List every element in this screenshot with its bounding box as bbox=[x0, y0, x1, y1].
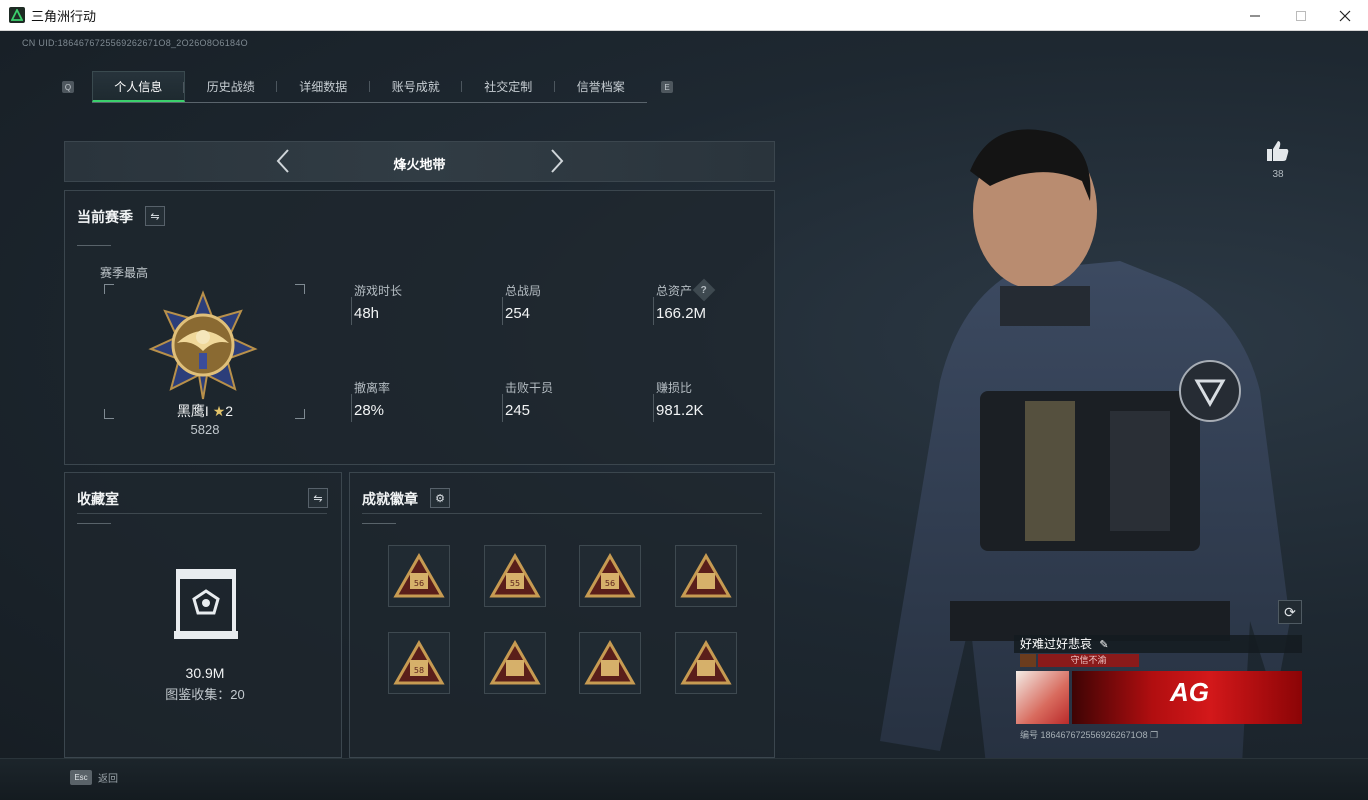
medal-icon: 56 bbox=[584, 553, 636, 598]
medal-icon bbox=[584, 640, 636, 685]
achievement-medal[interactable]: 58 bbox=[388, 632, 450, 694]
tab-personal-info[interactable]: 个人信息 bbox=[92, 71, 185, 102]
app-logo-icon bbox=[9, 7, 25, 23]
achievement-medal[interactable]: 56 bbox=[579, 545, 641, 607]
svg-text:55: 55 bbox=[510, 579, 520, 588]
help-icon[interactable]: ? bbox=[692, 278, 716, 302]
close-button[interactable] bbox=[1322, 0, 1368, 31]
tab-next-key[interactable]: E bbox=[661, 81, 673, 93]
medal-icon bbox=[680, 553, 732, 598]
tab-detailed-data[interactable]: 详细数据 bbox=[277, 71, 370, 102]
gear-icon[interactable]: ⚙ bbox=[430, 488, 450, 508]
player-tag: 守信不渝 bbox=[1038, 654, 1139, 667]
divider bbox=[362, 513, 762, 514]
rank-badge-icon bbox=[148, 290, 258, 400]
achievement-medal[interactable] bbox=[484, 632, 546, 694]
showcase-icon bbox=[174, 569, 238, 639]
maximize-button[interactable] bbox=[1278, 0, 1324, 31]
bottom-bar: Esc 返回 bbox=[0, 758, 1368, 800]
copy-icon[interactable]: ❐ bbox=[1150, 730, 1158, 740]
minimize-button[interactable] bbox=[1232, 0, 1278, 31]
player-id: 编号 1864676725569262671O8 ❐ bbox=[1020, 730, 1159, 740]
mode-selector: 烽火地带 bbox=[64, 141, 775, 182]
esc-key: Esc bbox=[70, 770, 92, 785]
medal-icon bbox=[680, 640, 732, 685]
divider bbox=[77, 245, 111, 246]
player-banner: AG bbox=[1072, 671, 1302, 724]
achievement-medal[interactable]: 56 bbox=[388, 545, 450, 607]
chevron-right-icon[interactable] bbox=[549, 148, 565, 178]
profile-tabs: Q 个人信息 历史战绩 详细数据 账号成就 社交定制 信誉档案 E bbox=[62, 71, 677, 103]
tab-credit[interactable]: 信誉档案 bbox=[555, 71, 648, 102]
refresh-icon[interactable]: ⟳ bbox=[1278, 600, 1302, 624]
stat-total-assets: 总资产? 166.2M bbox=[653, 278, 783, 325]
banner-logo: AG bbox=[1170, 677, 1209, 707]
svg-text:58: 58 bbox=[414, 666, 424, 675]
rank-score: 5828 bbox=[190, 422, 220, 437]
edit-icon[interactable]: ✎ bbox=[1099, 639, 1108, 651]
back-button[interactable]: Esc 返回 bbox=[70, 770, 118, 785]
stat-extraction-rate: 撤离率 28% bbox=[351, 378, 481, 422]
player-name: 好难过好悲哀 ✎ bbox=[1014, 635, 1302, 653]
medal-icon: 56 bbox=[393, 553, 445, 598]
tab-prev-key[interactable]: Q bbox=[62, 81, 74, 93]
uid-label: CN UID:1864676725569262671O8_2O26O8O6184… bbox=[22, 38, 248, 48]
stat-total-matches: 总战局 254 bbox=[502, 281, 632, 325]
divider bbox=[362, 523, 396, 524]
season-panel: 当前赛季 ⇋ 赛季最高 黑鹰I ★2 5828 游戏时长 48h 总战局 254 bbox=[64, 190, 775, 465]
stat-profit-ratio: 赚损比 981.2K bbox=[653, 378, 783, 422]
stat-kills: 击败干员 245 bbox=[502, 378, 632, 422]
back-label: 返回 bbox=[98, 774, 118, 785]
medal-icon: 58 bbox=[393, 640, 445, 685]
window-title: 三角洲行动 bbox=[31, 8, 97, 24]
tab-history[interactable]: 历史战绩 bbox=[185, 71, 278, 102]
tab-bar: 个人信息 历史战绩 详细数据 账号成就 社交定制 信誉档案 bbox=[92, 71, 647, 103]
tab-social[interactable]: 社交定制 bbox=[462, 71, 555, 102]
switch-icon[interactable]: ⇋ bbox=[145, 206, 165, 226]
collection-value: 30.9M bbox=[185, 665, 225, 681]
rank-name: 黑鹰I ★2 bbox=[176, 403, 234, 419]
like-count: 38 bbox=[1272, 169, 1284, 180]
medal-icon: 55 bbox=[489, 553, 541, 598]
collection-title: 收藏室 bbox=[77, 491, 119, 507]
medal-icon bbox=[489, 640, 541, 685]
svg-text:56: 56 bbox=[605, 579, 615, 588]
season-title: 当前赛季 bbox=[77, 209, 133, 225]
stat-playtime: 游戏时长 48h bbox=[351, 281, 481, 325]
season-best-label: 赛季最高 bbox=[100, 266, 149, 280]
divider bbox=[77, 523, 111, 524]
achievements-title: 成就徽章 bbox=[362, 491, 418, 507]
switch-icon[interactable]: ⇋ bbox=[308, 488, 328, 508]
divider bbox=[77, 513, 327, 514]
achievement-medal[interactable] bbox=[675, 632, 737, 694]
title-bar: 三角洲行动 bbox=[0, 0, 1368, 31]
achievements-panel: 成就徽章 ⚙ bbox=[349, 472, 775, 758]
avatar bbox=[1016, 671, 1069, 724]
collection-count: 图鉴收集：20 bbox=[165, 687, 245, 702]
mode-label: 烽火地带 bbox=[393, 157, 446, 172]
player-nameplate[interactable]: 好难过好悲哀 ✎ 守信不渝 AG 编号 1864676725569262671O… bbox=[1014, 635, 1302, 757]
game-viewport: CN UID:1864676725569262671O8_2O26O8O6184… bbox=[0, 31, 1368, 800]
like-button[interactable]: 38 bbox=[1263, 140, 1293, 180]
achievement-medal[interactable] bbox=[675, 545, 737, 607]
tab-achievements[interactable]: 账号成就 bbox=[370, 71, 463, 102]
achievement-medal[interactable]: 55 bbox=[484, 545, 546, 607]
svg-text:56: 56 bbox=[414, 579, 424, 588]
rank-icon bbox=[1020, 654, 1036, 667]
achievement-medal[interactable] bbox=[579, 632, 641, 694]
thumbs-up-icon bbox=[1267, 141, 1289, 161]
